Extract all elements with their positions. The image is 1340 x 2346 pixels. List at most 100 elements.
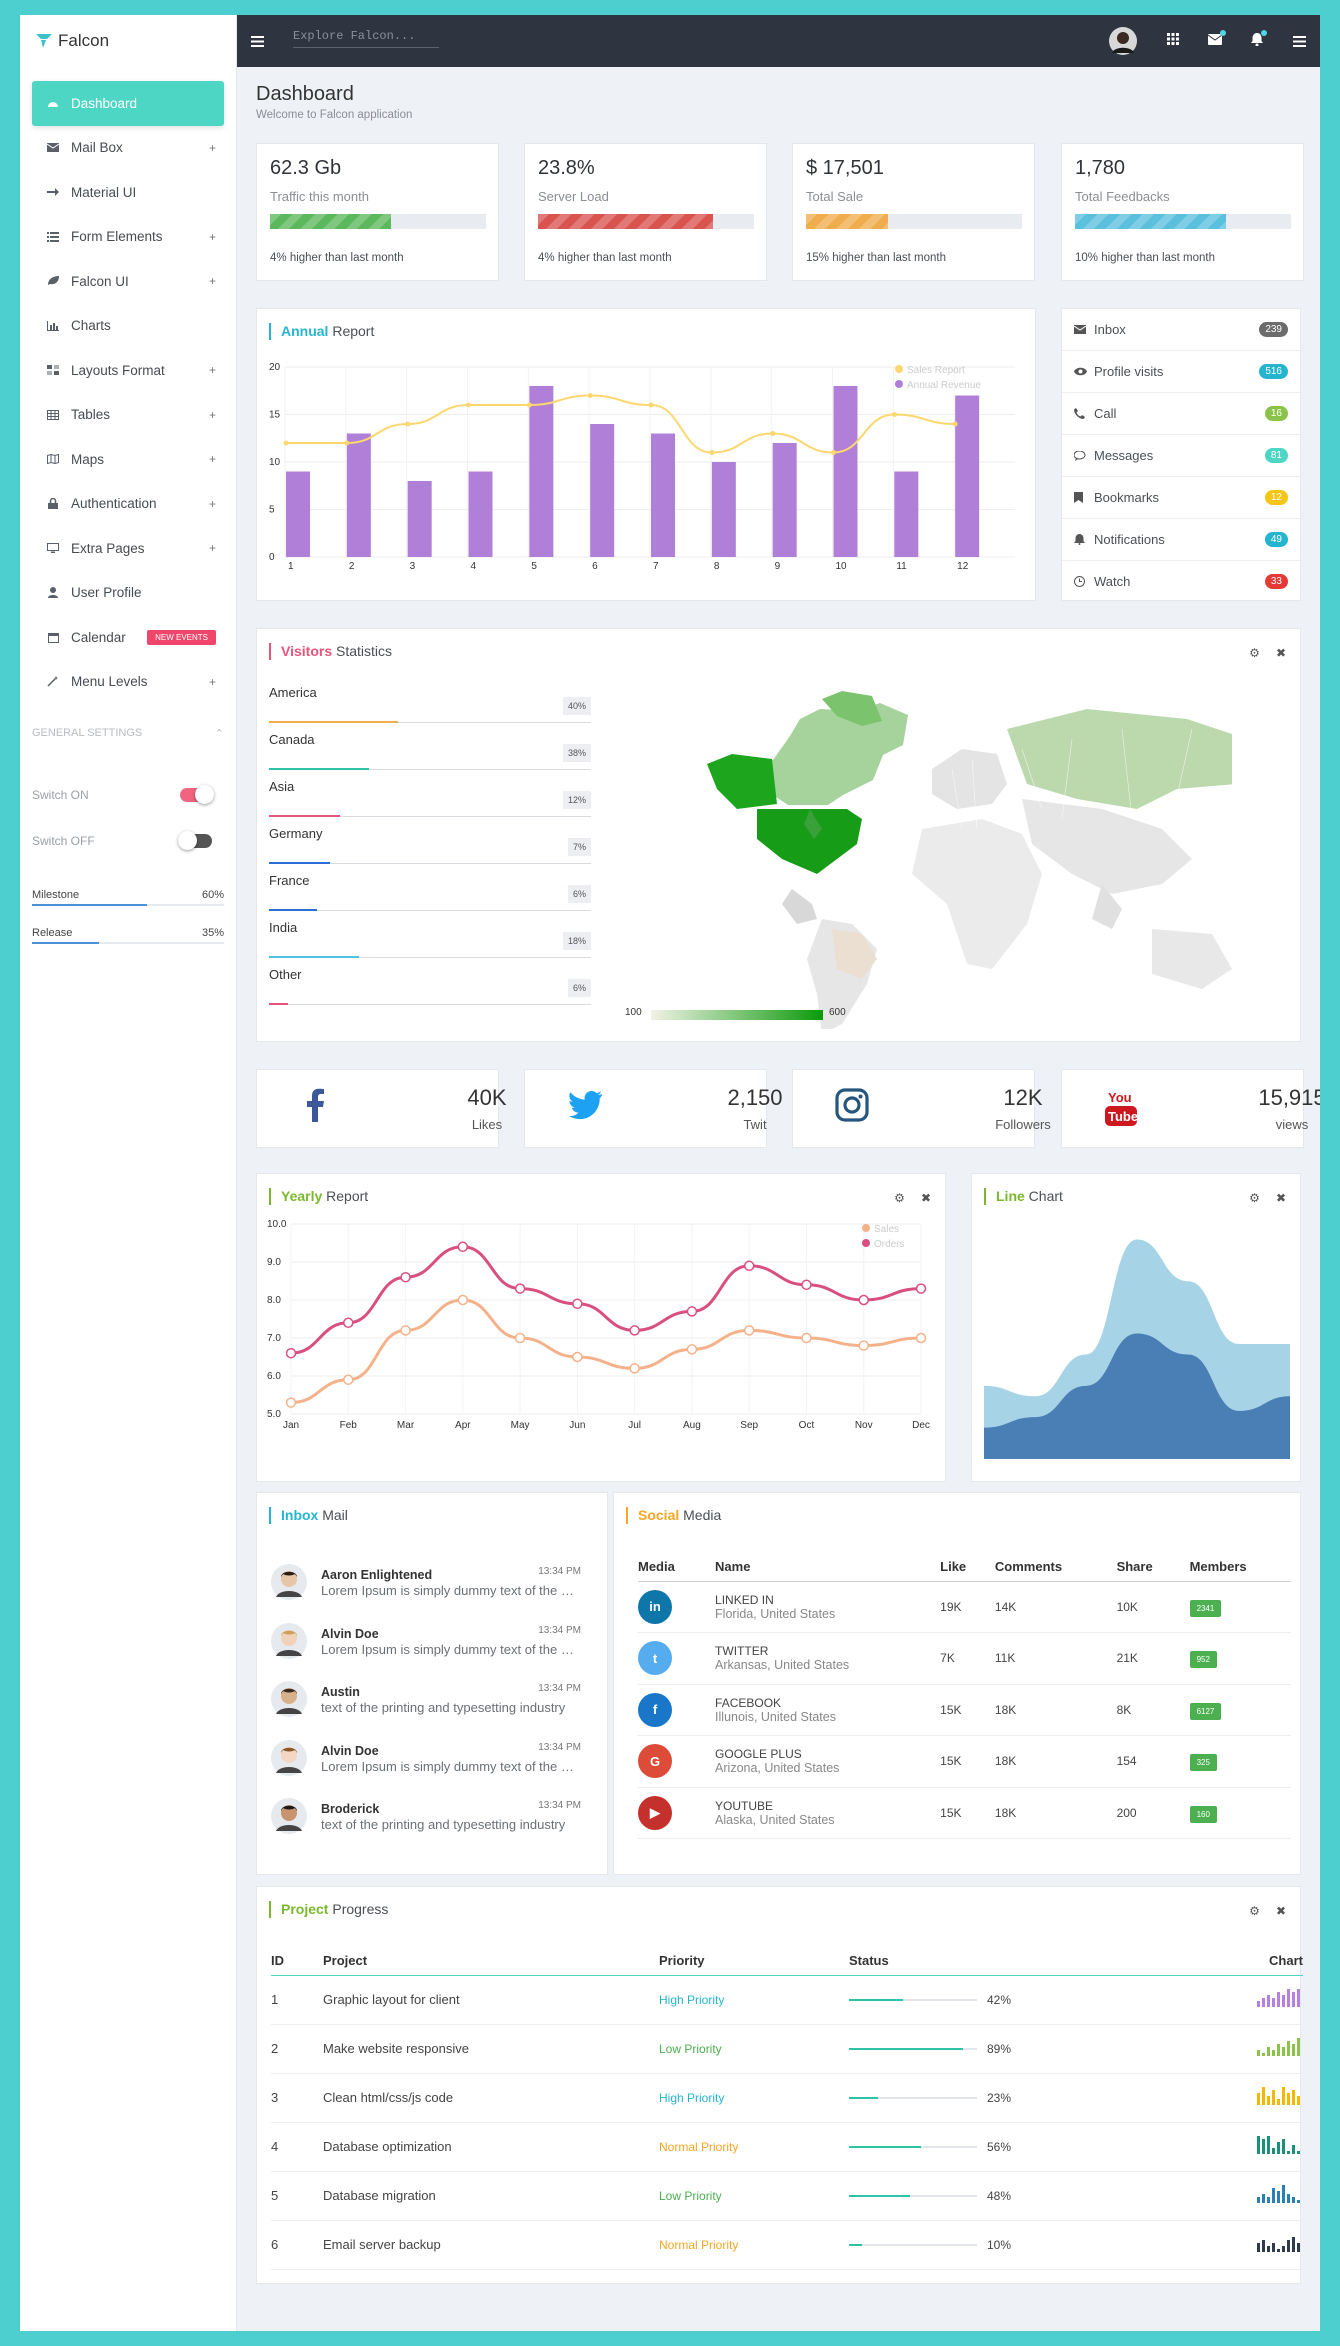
close-icon[interactable]: ✖: [1276, 1904, 1286, 1918]
sidebar-item-label: Dashboard: [71, 95, 138, 111]
legend-label: Annual Revenue: [907, 380, 981, 391]
status-progress-bar: [849, 2048, 977, 2051]
page-title: Dashboard: [256, 83, 354, 105]
google-plus-icon[interactable]: G: [638, 1744, 672, 1779]
annual-report-title: Annual Report: [269, 323, 374, 340]
twitter-icon[interactable]: [567, 1088, 603, 1125]
sidebar-item-falcon-ui[interactable]: Falcon UI +: [32, 259, 224, 304]
notifications-bell-icon[interactable]: [1251, 30, 1267, 49]
instagram-icon[interactable]: [835, 1088, 869, 1125]
visitor-bar: [269, 815, 340, 817]
menu-toggle-icon[interactable]: [251, 35, 264, 50]
app-logo[interactable]: Falcon: [34, 31, 109, 51]
sidebar-item-charts[interactable]: Charts: [32, 304, 224, 349]
social-media-table: Media Name Like Comments Share Members in LINKE…: [638, 1553, 1291, 1839]
project-progress-title: Project Progress: [269, 1901, 388, 1918]
arrow-right-icon: [43, 187, 63, 197]
apps-grid-icon[interactable]: [1167, 33, 1179, 48]
facebook-icon[interactable]: [299, 1088, 333, 1125]
mail-item[interactable]: Austin 13:34 PM text of the printing and t…: [271, 1681, 581, 1739]
project-id: 3: [271, 2073, 323, 2123]
general-settings-header[interactable]: GENERAL SETTINGS ⌃: [32, 727, 224, 740]
sidebar-item-menu-levels[interactable]: Menu Levels +: [32, 660, 224, 705]
sparkline-bar: [1257, 2093, 1260, 2105]
messages-icon[interactable]: [1207, 30, 1226, 48]
mail-time: 13:34 PM: [538, 1624, 581, 1636]
mail-item[interactable]: Aaron Enlightened 13:34 PM Lorem Ipsum is …: [271, 1564, 581, 1622]
twitter-icon[interactable]: t: [638, 1641, 672, 1676]
inbox-item-call[interactable]: Call 16: [1062, 393, 1300, 435]
sidebar-item-label: Mail Box: [71, 140, 123, 156]
mail-item[interactable]: Broderick 13:34 PM text of the printing an…: [271, 1798, 581, 1856]
phone-icon: [1074, 408, 1088, 419]
sidebar-item-extra-pages[interactable]: Extra Pages +: [32, 526, 224, 571]
close-icon[interactable]: ✖: [1276, 1191, 1286, 1205]
sidebar-item-user-profile[interactable]: User Profile: [32, 571, 224, 616]
sidebar-item-maps[interactable]: Maps +: [32, 437, 224, 482]
inbox-item-inbox[interactable]: Inbox 239: [1062, 309, 1300, 351]
stat-card: 23.8% Server Load 4% higher than last mont…: [524, 143, 767, 281]
switch-off-toggle[interactable]: [178, 831, 212, 850]
inbox-item-bookmarks[interactable]: Bookmarks 12: [1062, 477, 1300, 519]
facebook-icon[interactable]: f: [638, 1692, 672, 1727]
line-point: [587, 393, 593, 398]
project-id: 6: [271, 2220, 323, 2270]
close-icon[interactable]: ✖: [1276, 646, 1286, 660]
sidebar-item-mail-box[interactable]: Mail Box +: [32, 126, 224, 171]
count-badge: 16: [1264, 406, 1288, 421]
sparkline-bar: [1282, 2139, 1285, 2154]
line-point: [466, 402, 471, 408]
search-input[interactable]: Explore Falcon...: [293, 29, 439, 48]
line-point: [400, 1325, 411, 1336]
y-tick-label: 7.0: [267, 1333, 281, 1344]
sidebar-item-calendar[interactable]: Calendar NEW EVENTS: [32, 615, 224, 660]
sidebar-item-form-elements[interactable]: Form Elements +: [32, 215, 224, 260]
milestone-bar: [32, 904, 148, 906]
status-percent: 23%: [987, 2090, 1012, 2105]
linkedin-icon[interactable]: in: [638, 1589, 672, 1624]
sparkline-bar: [1282, 2185, 1285, 2203]
sparkline-bar: [1272, 2188, 1275, 2203]
mail-preview: text of the printing and typesetting ind…: [321, 1817, 566, 1832]
sidebar-item-material-ui[interactable]: Material UI: [32, 170, 224, 215]
inbox-item-notifications[interactable]: Notifications 49: [1062, 519, 1300, 561]
settings-gear-icon[interactable]: ⚙: [894, 1191, 905, 1205]
social-media-card: Social Media Media Name Like Comments Share M…: [613, 1492, 1301, 1875]
switch-on-toggle[interactable]: [180, 785, 214, 804]
inbox-item-messages[interactable]: Messages 81: [1062, 435, 1300, 477]
line-point: [891, 412, 897, 417]
status-percent: 48%: [987, 2188, 1012, 2203]
sidebar-item-authentication[interactable]: Authentication +: [32, 482, 224, 527]
inbox-item-profile-visits[interactable]: Profile visits 516: [1062, 351, 1300, 393]
x-tick-label: Apr: [455, 1420, 471, 1431]
avatar: [271, 1798, 307, 1834]
mail-time: 13:34 PM: [538, 1566, 581, 1577]
line-chart-title: Line Chart: [984, 1188, 1063, 1205]
settings-gear-icon[interactable]: ⚙: [1249, 1904, 1260, 1918]
inbox-item-label: Bookmarks: [1094, 490, 1160, 505]
sidebar-item-tables[interactable]: Tables +: [32, 393, 224, 438]
youtube-icon[interactable]: You Tube: [1104, 1088, 1138, 1131]
close-icon[interactable]: ✖: [921, 1191, 931, 1205]
sidebar-item-dashboard[interactable]: Dashboard: [32, 81, 224, 126]
inbox-item-watch[interactable]: Watch 33: [1062, 561, 1300, 603]
table-row: 1 Graphic layout for client High Priority 4…: [271, 1975, 1303, 2025]
sparkline-bar: [1262, 1998, 1265, 2007]
youtube-icon[interactable]: ▶: [638, 1795, 672, 1830]
mail-item[interactable]: Alvin Doe 13:34 PM Lorem Ipsum is simply d…: [271, 1622, 581, 1681]
line-point: [343, 1317, 354, 1329]
settings-gear-icon[interactable]: ⚙: [1249, 646, 1260, 660]
sparkline-bar: [1297, 1986, 1300, 2007]
right-panel-toggle-icon[interactable]: [1293, 35, 1306, 50]
visitor-bar: [269, 862, 331, 864]
user-avatar[interactable]: [1109, 27, 1137, 58]
column-header: Like: [940, 1553, 995, 1582]
social-counter-label: views: [1275, 1117, 1309, 1132]
sparkline-bar: [1282, 2047, 1285, 2056]
sparkline-bar: [1257, 2001, 1260, 2007]
settings-gear-icon[interactable]: ⚙: [1249, 1191, 1260, 1205]
plus-icon: +: [208, 140, 216, 155]
sidebar-item-layouts-format[interactable]: Layouts Format +: [32, 348, 224, 393]
sparkline-bar: [1287, 2151, 1290, 2154]
mail-item[interactable]: Alvin Doe 13:34 PM Lorem Ipsum is simply d…: [271, 1739, 581, 1798]
